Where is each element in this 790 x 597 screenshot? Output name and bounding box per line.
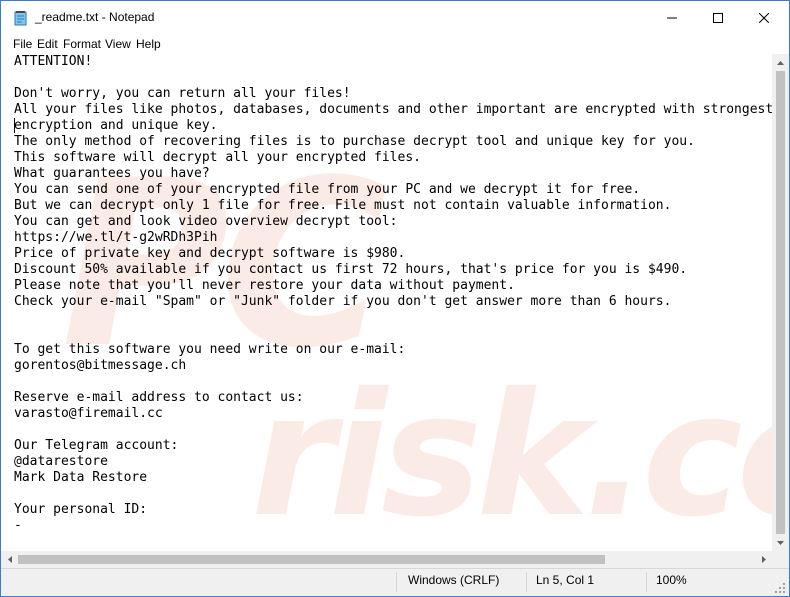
status-line-ending: Windows (CRLF) xyxy=(408,573,500,587)
scrollbar-corner xyxy=(772,551,789,568)
horizontal-scroll-thumb[interactable] xyxy=(18,555,605,564)
status-zoom: 100% xyxy=(656,573,687,587)
menu-file[interactable]: File xyxy=(13,37,32,51)
status-divider xyxy=(526,572,527,592)
text-editor[interactable]: PC risk.com ATTENTION! Don't worry, you … xyxy=(1,54,772,551)
close-button[interactable] xyxy=(741,1,787,34)
status-cursor-position: Ln 5, Col 1 xyxy=(536,573,595,587)
notepad-window: _readme.txt - Notepad File Edit Format V… xyxy=(0,0,790,597)
title-bar[interactable]: _readme.txt - Notepad xyxy=(1,1,789,34)
text-caret xyxy=(14,118,15,133)
minimize-button[interactable] xyxy=(649,1,695,34)
maximize-icon xyxy=(713,12,723,23)
vertical-scroll-thumb[interactable] xyxy=(776,71,785,534)
status-divider xyxy=(396,572,397,592)
status-divider xyxy=(646,572,647,592)
vertical-scrollbar[interactable] xyxy=(772,54,789,551)
scroll-right-icon[interactable] xyxy=(755,551,772,568)
horizontal-scrollbar[interactable] xyxy=(1,551,772,568)
document-text: ATTENTION! Don't worry, you can return a… xyxy=(14,54,772,533)
minimize-icon xyxy=(667,17,677,18)
menu-bar: File Edit Format View Help xyxy=(1,34,789,54)
scroll-up-icon[interactable] xyxy=(772,54,789,71)
status-bar: Windows (CRLF) Ln 5, Col 1 100% xyxy=(1,568,789,596)
menu-help[interactable]: Help xyxy=(136,37,161,51)
scroll-down-icon[interactable] xyxy=(772,534,789,551)
resize-grip-icon[interactable] xyxy=(774,582,786,594)
scroll-left-icon[interactable] xyxy=(1,551,18,568)
notepad-icon xyxy=(13,10,29,26)
maximize-button[interactable] xyxy=(695,1,741,34)
menu-edit[interactable]: Edit xyxy=(37,37,58,51)
close-icon xyxy=(759,12,769,23)
menu-view[interactable]: View xyxy=(105,37,131,51)
window-title: _readme.txt - Notepad xyxy=(35,10,155,24)
menu-format[interactable]: Format xyxy=(63,37,101,51)
